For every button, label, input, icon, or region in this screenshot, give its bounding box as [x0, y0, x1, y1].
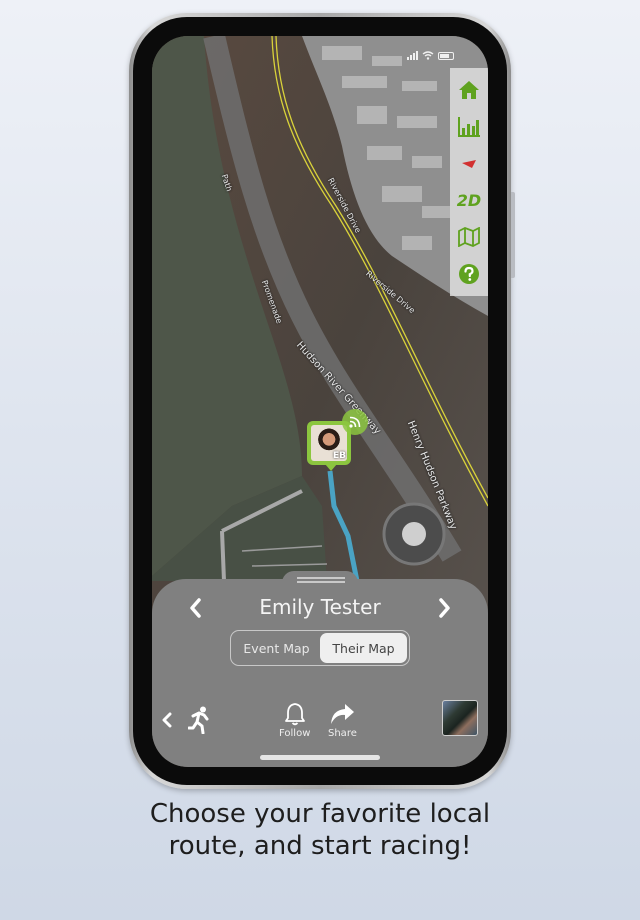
participant-pin[interactable]: EB [307, 409, 368, 471]
help-icon [459, 263, 479, 284]
chevron-right-icon [439, 598, 450, 618]
map-mode-segmented-control: Event Map Their Map [230, 630, 410, 666]
app-screen: Hudson River Greenway Henry Hudson Parkw… [152, 36, 488, 767]
live-indicator [342, 409, 368, 435]
pin-pointer [325, 464, 337, 471]
their-map-tab[interactable]: Their Map [320, 633, 407, 663]
live-broadcast-icon [349, 416, 361, 428]
participant-initials: EB [333, 451, 347, 461]
user-avatar[interactable] [442, 700, 478, 736]
chevron-left-icon [162, 712, 172, 728]
phone-side-button [511, 192, 515, 278]
follow-button[interactable]: Follow [279, 702, 310, 739]
participant-name: Emily Tester [259, 595, 381, 619]
2d-view-toggle[interactable]: 2D [455, 186, 483, 214]
compass-arrow-icon [462, 159, 476, 168]
share-button[interactable]: Share [328, 702, 357, 739]
home-icon [459, 81, 479, 100]
wifi-icon [422, 51, 434, 60]
map-icon [458, 226, 480, 247]
battery-icon [438, 52, 454, 60]
cellular-signal-icon [407, 51, 418, 60]
back-button[interactable] [160, 712, 174, 728]
event-map-tab[interactable]: Event Map [233, 633, 320, 663]
next-participant-button[interactable] [432, 596, 456, 620]
stats-button[interactable] [455, 113, 483, 141]
home-indicator[interactable] [260, 755, 380, 760]
running-person-icon [188, 706, 209, 734]
compass-button[interactable] [455, 150, 483, 178]
sheet-grip[interactable] [297, 577, 345, 583]
activity-type-button[interactable] [188, 706, 212, 734]
bar-chart-icon [458, 116, 480, 137]
bell-icon [284, 703, 305, 726]
help-button[interactable] [455, 260, 483, 288]
home-button[interactable] [455, 76, 483, 104]
promo-caption: Choose your favorite local route, and st… [0, 798, 640, 862]
status-bar [407, 51, 454, 60]
map-layers-button[interactable] [455, 223, 483, 251]
share-label: Share [328, 728, 357, 739]
caption-line-1: Choose your favorite local [149, 799, 491, 829]
map-toolbar: 2D [450, 68, 488, 296]
follow-label: Follow [279, 728, 311, 739]
caption-line-2: route, and start racing! [168, 831, 472, 861]
share-arrow-icon [331, 704, 355, 724]
action-bar: Follow Share [152, 698, 488, 746]
